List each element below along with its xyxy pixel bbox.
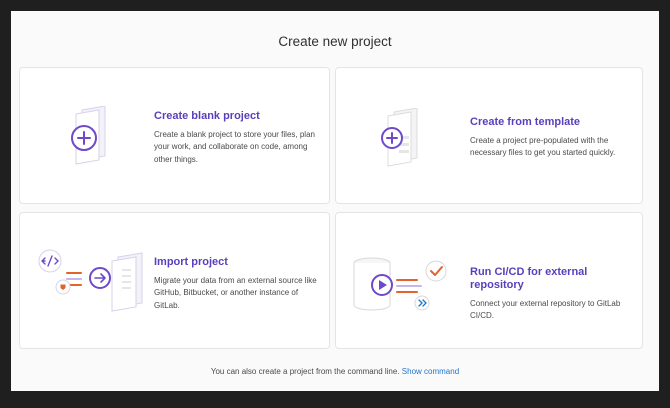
run-cicd-card[interactable]: Run CI/CD for external repository Connec… bbox=[335, 212, 643, 349]
create-blank-project-card[interactable]: Create blank project Create a blank proj… bbox=[19, 67, 330, 204]
cicd-project-icon bbox=[353, 257, 447, 311]
card-title: Import project bbox=[154, 256, 228, 268]
card-description: Connect your external repository to GitL… bbox=[470, 299, 621, 321]
footer-text: You can also create a project from the c… bbox=[210, 367, 400, 376]
blank-project-icon bbox=[71, 106, 106, 165]
card-description: Migrate your data from an external sourc… bbox=[154, 276, 317, 310]
card-title: Create blank project bbox=[154, 110, 260, 122]
create-from-template-card[interactable]: Create from template Create a project pr… bbox=[335, 67, 643, 204]
card-title: Run CI/CD for external repository bbox=[470, 266, 588, 291]
card-description: Create a project pre-populated with the … bbox=[470, 136, 616, 158]
import-project-card[interactable]: Import project Migrate your data from an… bbox=[19, 212, 330, 349]
page-title: Create new project bbox=[278, 34, 392, 49]
command-line-hint: You can also create a project from the c… bbox=[11, 367, 659, 376]
show-command-link[interactable]: Show command bbox=[402, 367, 459, 376]
template-project-icon bbox=[381, 108, 418, 167]
import-project-icon bbox=[38, 249, 143, 312]
card-description: Create a blank project to store your fil… bbox=[154, 130, 315, 164]
new-project-panel: Create new project Create blank project … bbox=[11, 11, 659, 391]
card-title: Create from template bbox=[470, 116, 581, 128]
